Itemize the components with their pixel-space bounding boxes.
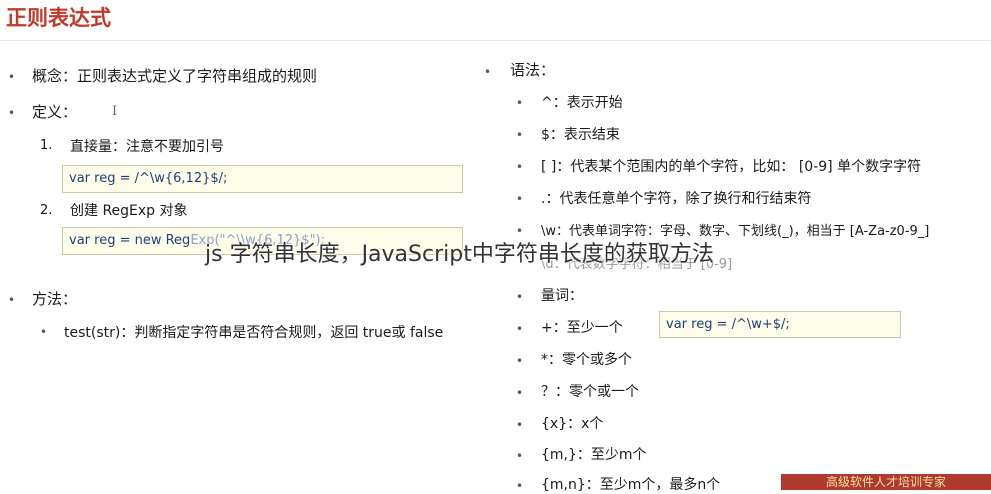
syntax-dollar: $：表示结束 bbox=[541, 127, 620, 143]
bullet-dot-icon: • bbox=[516, 386, 524, 400]
quantifier-x: {x}：x个 bbox=[541, 416, 604, 432]
page-title: 正则表达式 bbox=[6, 6, 111, 30]
bullet-dot-icon: • bbox=[516, 322, 524, 336]
code-box-plus: var reg = /^\w+$/; bbox=[659, 311, 901, 338]
overlay-caption: js 字符串长度，JavaScript中字符串长度的获取方法 bbox=[205, 242, 714, 267]
method-heading: 方法： bbox=[32, 290, 78, 308]
bullet-dot-icon: • bbox=[516, 449, 524, 463]
quantifier-star: *：零个或多个 bbox=[541, 352, 632, 368]
code-plus: var reg = /^\w+$/; bbox=[666, 317, 790, 332]
bullet-dot-icon: • bbox=[484, 65, 492, 79]
definition-heading: 定义： bbox=[32, 103, 78, 121]
watermark-banner: 高级软件人才培训专家 bbox=[781, 474, 991, 490]
bullet-dot-icon: • bbox=[516, 192, 524, 206]
syntax-dot: .：代表任意单个字符，除了换行和行结束符 bbox=[541, 191, 812, 207]
direct-literal-item: 直接量：注意不要加引号 bbox=[70, 139, 224, 155]
quantifier-m: {m,}：至少m个 bbox=[541, 447, 647, 463]
bullet-dot-icon: • bbox=[516, 479, 524, 493]
bullet-dot-icon: • bbox=[516, 128, 524, 142]
bullet-dot-icon: • bbox=[8, 106, 16, 120]
quantifier-plus: +：至少一个 bbox=[541, 320, 623, 336]
bullet-dot-icon: • bbox=[40, 325, 48, 339]
code-regexp-a: var reg = new Reg bbox=[69, 233, 191, 248]
syntax-bracket: [ ]：代表某个范围内的单个字符，比如： [0-9] 单个数字字符 bbox=[541, 159, 922, 175]
code-box-literal: var reg = /^\w{6,12}$/; bbox=[62, 165, 463, 193]
bullet-dot-icon: • bbox=[516, 160, 524, 174]
bullet-dot-icon: • bbox=[8, 70, 16, 84]
bullet-dot-icon: • bbox=[516, 290, 524, 304]
bullet-dot-icon: • bbox=[516, 96, 524, 110]
list-number: 1. bbox=[40, 138, 53, 153]
syntax-heading: 语法： bbox=[510, 61, 556, 79]
bullet-dot-icon: • bbox=[8, 293, 16, 307]
code-literal: var reg = /^\w{6,12}$/; bbox=[69, 171, 228, 186]
test-method-text: test(str)：判断指定字符串是否符合规则，返回 true或 false bbox=[64, 325, 444, 341]
concept-text: 概念：正则表达式定义了字符串组成的规则 bbox=[32, 67, 318, 85]
quantifier-mn: {m,n}：至少m个，最多n个 bbox=[541, 477, 721, 493]
quantifier-heading: 量词： bbox=[541, 288, 583, 304]
syntax-caret: ^：表示开始 bbox=[541, 95, 623, 111]
text-cursor-icon: I bbox=[112, 104, 118, 119]
bullet-dot-icon: • bbox=[516, 354, 524, 368]
quantifier-question: ？：零个或一个 bbox=[541, 384, 639, 400]
regexp-object-item: 创建 RegExp 对象 bbox=[70, 203, 188, 219]
title-divider bbox=[0, 40, 991, 41]
bullet-dot-icon: • bbox=[516, 418, 524, 432]
list-number: 2. bbox=[40, 203, 53, 218]
